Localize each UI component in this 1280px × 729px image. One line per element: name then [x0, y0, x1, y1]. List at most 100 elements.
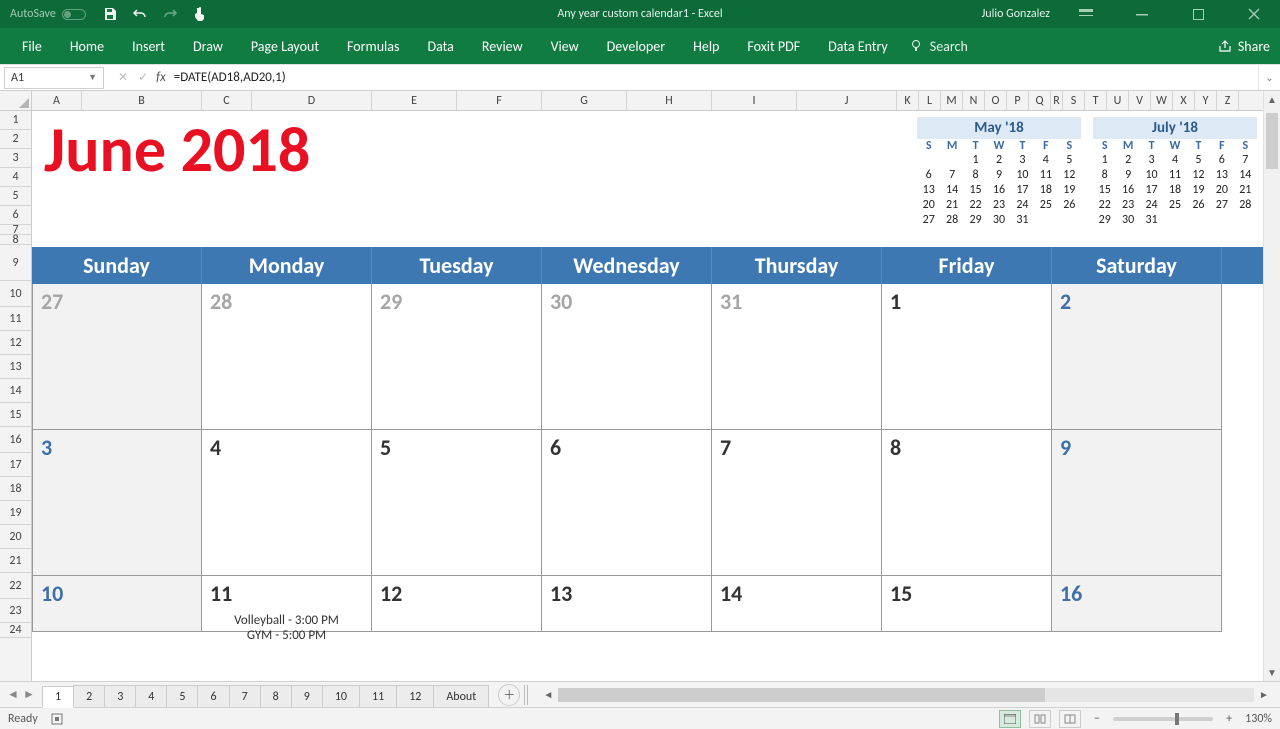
zoom-slider-thumb[interactable]	[1175, 713, 1179, 725]
calendar-day-cell[interactable]: 11Volleyball - 3:00 PMGYM - 5:00 PM	[202, 576, 372, 632]
row-header[interactable]: 22	[0, 573, 31, 599]
row-header[interactable]: 5	[0, 187, 31, 206]
new-sheet-button[interactable]: ＋	[498, 684, 520, 706]
ribbon-tab-view[interactable]: View	[537, 28, 593, 64]
cancel-icon[interactable]: ✕	[118, 70, 128, 85]
formula-input[interactable]	[172, 67, 1258, 89]
row-header[interactable]: 18	[0, 477, 31, 501]
calendar-day-cell[interactable]: 28	[202, 284, 372, 430]
sheet-tab[interactable]: 4	[135, 685, 167, 707]
row-header[interactable]: 4	[0, 168, 31, 187]
calendar-day-cell[interactable]: 4	[202, 430, 372, 576]
scroll-left-icon[interactable]: ◄	[540, 688, 556, 701]
sheet-tab[interactable]: 12	[396, 685, 434, 707]
ribbon-tab-foxit-pdf[interactable]: Foxit PDF	[733, 28, 814, 64]
column-header[interactable]: I	[712, 91, 797, 110]
column-header[interactable]: J	[797, 91, 897, 110]
column-header[interactable]: S	[1063, 91, 1085, 110]
calendar-day-cell[interactable]: 15	[882, 576, 1052, 632]
row-header[interactable]: 1	[0, 111, 31, 130]
ribbon-options-icon[interactable]	[1066, 0, 1106, 28]
calendar-day-cell[interactable]: 13	[542, 576, 712, 632]
calendar-day-cell[interactable]: 10	[32, 576, 202, 632]
sheet-tab[interactable]: 8	[260, 685, 292, 707]
ribbon-tab-home[interactable]: Home	[56, 28, 118, 64]
calendar-day-cell[interactable]: 7	[712, 430, 882, 576]
row-header[interactable]: 3	[0, 149, 31, 168]
calendar-day-cell[interactable]: 12	[372, 576, 542, 632]
row-header[interactable]: 14	[0, 379, 31, 403]
column-header[interactable]: T	[1085, 91, 1107, 110]
close-icon[interactable]	[1234, 0, 1274, 28]
select-all-button[interactable]	[0, 91, 32, 111]
sheet-tab[interactable]: About	[433, 685, 489, 707]
column-header[interactable]: N	[963, 91, 985, 110]
column-header[interactable]: U	[1107, 91, 1129, 110]
macro-record-icon[interactable]	[50, 712, 64, 726]
touch-mode-icon[interactable]	[192, 6, 208, 22]
sheet-tab[interactable]: 7	[229, 685, 261, 707]
ribbon-tab-page-layout[interactable]: Page Layout	[237, 28, 333, 64]
column-header[interactable]: B	[82, 91, 202, 110]
zoom-level[interactable]: 130%	[1245, 712, 1272, 726]
calendar-day-cell[interactable]: 1	[882, 284, 1052, 430]
calendar-day-cell[interactable]: 30	[542, 284, 712, 430]
autosave-toggle[interactable]: AutoSave	[10, 7, 86, 21]
column-header[interactable]: W	[1151, 91, 1173, 110]
view-normal-icon[interactable]	[999, 710, 1021, 728]
save-icon[interactable]	[102, 6, 118, 22]
tab-scroll-split[interactable]	[524, 685, 528, 705]
ribbon-tab-review[interactable]: Review	[468, 28, 537, 64]
calendar-day-cell[interactable]: 8	[882, 430, 1052, 576]
row-header[interactable]: 17	[0, 453, 31, 477]
worksheet-area[interactable]: June 2018 May '18SMTWTFS1234567891011121…	[32, 111, 1263, 681]
tab-nav-next-icon[interactable]: ►	[22, 687, 36, 702]
calendar-day-cell[interactable]: 27	[32, 284, 202, 430]
row-header[interactable]: 15	[0, 403, 31, 427]
calendar-day-cell[interactable]: 16	[1052, 576, 1222, 632]
calendar-day-cell[interactable]: 9	[1052, 430, 1222, 576]
zoom-in-icon[interactable]: +	[1221, 712, 1237, 726]
calendar-day-cell[interactable]: 5	[372, 430, 542, 576]
calendar-day-cell[interactable]: 2	[1052, 284, 1222, 430]
zoom-out-icon[interactable]: −	[1089, 712, 1105, 726]
enter-icon[interactable]: ✓	[138, 70, 148, 85]
sheet-tab[interactable]: 6	[197, 685, 229, 707]
column-header[interactable]: F	[457, 91, 542, 110]
column-header[interactable]: V	[1129, 91, 1151, 110]
row-header[interactable]: 20	[0, 525, 31, 549]
column-header[interactable]: A	[32, 91, 82, 110]
tab-nav-prev-icon[interactable]: ◄	[6, 687, 20, 702]
scrollbar-thumb[interactable]	[1266, 113, 1278, 169]
column-header[interactable]: H	[627, 91, 712, 110]
horizontal-scrollbar[interactable]: ◄ ►	[540, 688, 1272, 702]
sheet-tab[interactable]: 3	[104, 685, 136, 707]
redo-icon[interactable]	[162, 6, 178, 22]
fx-icon[interactable]: fx	[156, 70, 166, 85]
scroll-down-icon[interactable]: ▼	[1264, 664, 1280, 681]
minimize-icon[interactable]	[1122, 0, 1162, 28]
column-header[interactable]: L	[919, 91, 941, 110]
sheet-tab[interactable]: 1	[42, 686, 74, 708]
row-header[interactable]: 11	[0, 307, 31, 331]
ribbon-tab-data-entry[interactable]: Data Entry	[814, 28, 902, 64]
sheet-tab[interactable]: 10	[322, 685, 360, 707]
share-button[interactable]: Share	[1218, 38, 1270, 55]
maximize-icon[interactable]	[1178, 0, 1218, 28]
ribbon-tab-developer[interactable]: Developer	[593, 28, 679, 64]
column-header[interactable]: Z	[1217, 91, 1239, 110]
column-header[interactable]: Q	[1029, 91, 1051, 110]
row-header[interactable]: 2	[0, 130, 31, 149]
ribbon-tab-data[interactable]: Data	[413, 28, 467, 64]
sheet-tab[interactable]: 2	[73, 685, 105, 707]
expand-formula-bar-icon[interactable]: ⌄	[1258, 65, 1280, 90]
ribbon-tab-help[interactable]: Help	[679, 28, 733, 64]
view-page-break-icon[interactable]	[1059, 710, 1081, 728]
column-header[interactable]: O	[985, 91, 1007, 110]
ribbon-tab-insert[interactable]: Insert	[118, 28, 179, 64]
column-header[interactable]: P	[1007, 91, 1029, 110]
calendar-day-cell[interactable]: 29	[372, 284, 542, 430]
column-header[interactable]: C	[202, 91, 252, 110]
view-page-layout-icon[interactable]	[1029, 710, 1051, 728]
column-header[interactable]: Y	[1195, 91, 1217, 110]
